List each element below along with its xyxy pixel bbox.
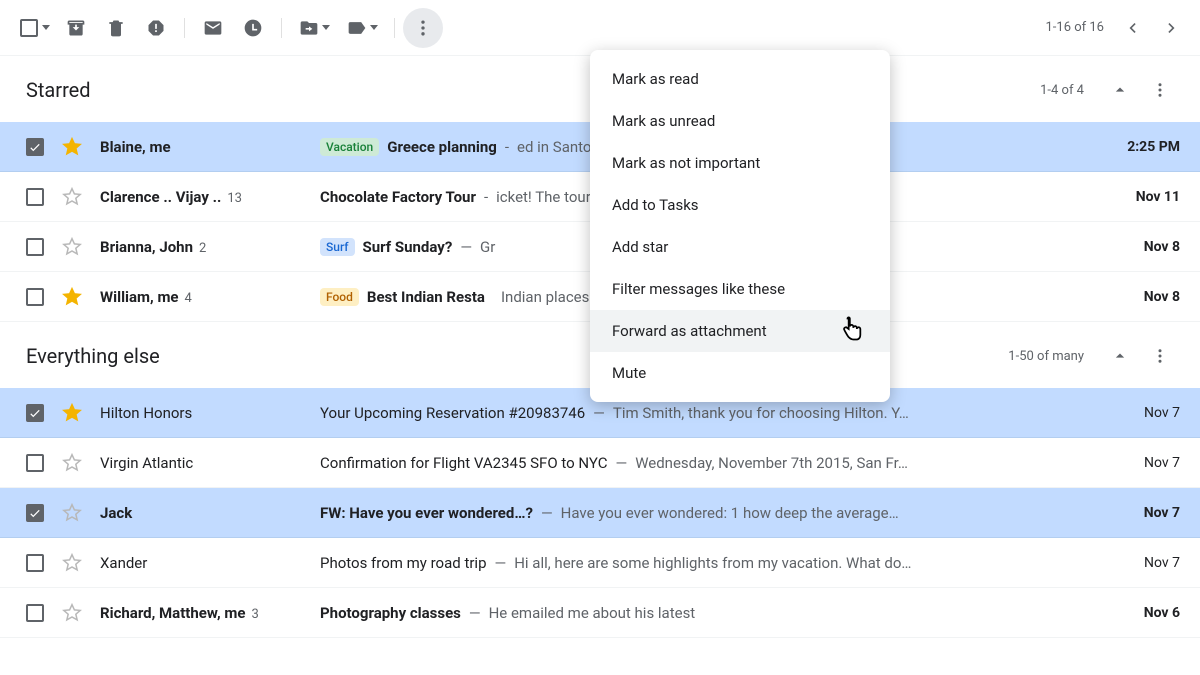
divider — [281, 18, 282, 38]
star-icon[interactable] — [62, 187, 82, 207]
mail-row[interactable]: Jack FW: Have you ever wondered…? — Have… — [0, 488, 1200, 538]
menu-item[interactable]: Mark as unread — [590, 100, 890, 142]
menu-item[interactable]: Add to Tasks — [590, 184, 890, 226]
mark-unread-button[interactable] — [193, 8, 233, 48]
date: Nov 8 — [1100, 289, 1180, 305]
menu-item[interactable]: Mark as not important — [590, 142, 890, 184]
snooze-button[interactable] — [233, 8, 273, 48]
row-checkbox[interactable] — [26, 504, 44, 522]
row-checkbox[interactable] — [26, 138, 44, 156]
label-chip[interactable]: Surf — [320, 238, 355, 256]
caret-down-icon — [322, 25, 330, 30]
labels-button[interactable] — [338, 8, 386, 48]
date: Nov 8 — [1100, 239, 1180, 255]
star-icon[interactable] — [62, 553, 82, 573]
subject-line: Confirmation for Flight VA2345 SFO to NY… — [320, 454, 1100, 472]
page-info: 1-16 of 16 — [1045, 20, 1104, 35]
date: 2:25 PM — [1100, 139, 1180, 155]
divider — [394, 18, 395, 38]
menu-item[interactable]: Filter messages like these — [590, 268, 890, 310]
section-count: 1-4 of 4 — [1040, 83, 1084, 98]
delete-button[interactable] — [96, 8, 136, 48]
archive-button[interactable] — [56, 8, 96, 48]
menu-item[interactable]: Mute — [590, 352, 890, 394]
more-menu: Mark as readMark as unreadMark as not im… — [590, 50, 890, 402]
sender: William, me4 — [100, 288, 320, 306]
move-to-button[interactable] — [290, 8, 338, 48]
prev-page-button[interactable] — [1112, 8, 1152, 48]
date: Nov 7 — [1100, 405, 1180, 421]
caret-down-icon — [370, 25, 378, 30]
caret-down-icon — [42, 25, 50, 30]
row-checkbox[interactable] — [26, 188, 44, 206]
next-page-button[interactable] — [1152, 8, 1192, 48]
sender: Jack — [100, 504, 320, 522]
date: Nov 7 — [1100, 505, 1180, 521]
date: Nov 6 — [1100, 605, 1180, 621]
toolbar: 1-16 of 16 — [0, 0, 1200, 56]
star-icon[interactable] — [62, 137, 82, 157]
star-icon[interactable] — [62, 237, 82, 257]
collapse-button[interactable] — [1100, 70, 1140, 110]
row-checkbox[interactable] — [26, 454, 44, 472]
sender: Xander — [100, 554, 320, 572]
star-icon[interactable] — [62, 287, 82, 307]
sender: Clarence .. Vijay ..13 — [100, 188, 320, 206]
report-spam-button[interactable] — [136, 8, 176, 48]
menu-item[interactable]: Add star — [590, 226, 890, 268]
row-checkbox[interactable] — [26, 604, 44, 622]
date: Nov 7 — [1100, 455, 1180, 471]
row-checkbox[interactable] — [26, 238, 44, 256]
star-icon[interactable] — [62, 503, 82, 523]
label-chip[interactable]: Vacation — [320, 138, 379, 156]
divider — [184, 18, 185, 38]
section-more-button[interactable] — [1140, 70, 1180, 110]
row-checkbox[interactable] — [26, 288, 44, 306]
subject-line: Photos from my road trip — Hi all, here … — [320, 554, 1100, 572]
sender: Blaine, me — [100, 138, 320, 156]
label-chip[interactable]: Food — [320, 288, 359, 306]
star-icon[interactable] — [62, 603, 82, 623]
date: Nov 7 — [1100, 555, 1180, 571]
sender: Richard, Matthew, me3 — [100, 604, 320, 622]
subject-line: Your Upcoming Reservation #20983746 — Ti… — [320, 404, 1100, 422]
subject-line: FW: Have you ever wondered…? — Have you … — [320, 504, 1100, 522]
menu-item[interactable]: Mark as read — [590, 58, 890, 100]
sender: Virgin Atlantic — [100, 454, 320, 472]
date: Nov 11 — [1100, 189, 1180, 205]
cursor-pointer-icon — [837, 315, 865, 343]
sender: Brianna, John2 — [100, 238, 320, 256]
collapse-button[interactable] — [1100, 336, 1140, 376]
select-all-checkbox[interactable] — [20, 19, 50, 37]
mail-row[interactable]: Richard, Matthew, me3 Photography classe… — [0, 588, 1200, 638]
section-count: 1-50 of many — [1008, 349, 1084, 364]
mail-row[interactable]: Virgin Atlantic Confirmation for Flight … — [0, 438, 1200, 488]
star-icon[interactable] — [62, 453, 82, 473]
subject-line: Photography classes — He emailed me abou… — [320, 604, 1100, 622]
sender: Hilton Honors — [100, 404, 320, 422]
more-button[interactable] — [403, 8, 443, 48]
row-checkbox[interactable] — [26, 554, 44, 572]
star-icon[interactable] — [62, 403, 82, 423]
section-more-button[interactable] — [1140, 336, 1180, 376]
mail-row[interactable]: Xander Photos from my road trip — Hi all… — [0, 538, 1200, 588]
row-checkbox[interactable] — [26, 404, 44, 422]
